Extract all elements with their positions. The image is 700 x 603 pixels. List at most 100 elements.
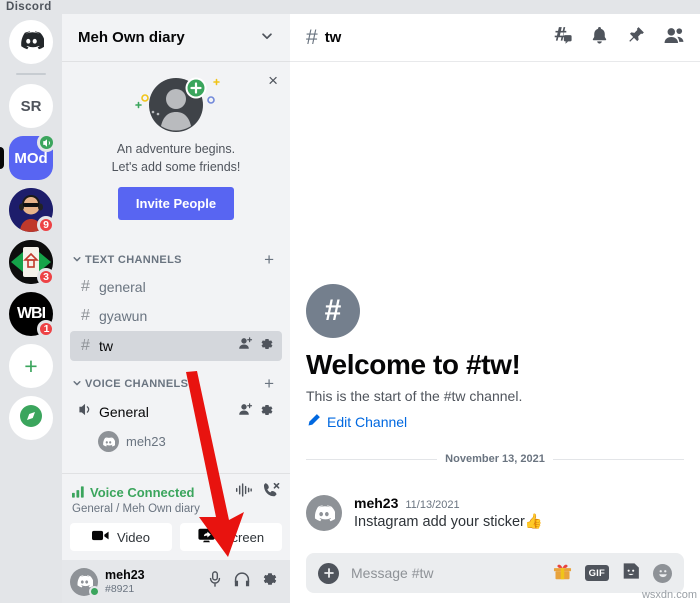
discord-wordmark: Discord xyxy=(6,1,52,13)
category-text-channels[interactable]: TEXT CHANNELS + xyxy=(62,238,290,272)
microphone-icon[interactable] xyxy=(208,571,222,592)
pin-icon[interactable] xyxy=(627,26,645,49)
edit-channel-link[interactable]: Edit Channel xyxy=(306,413,684,431)
voice-route-label: General / Meh Own diary xyxy=(72,503,200,515)
channel-title: tw xyxy=(324,29,342,46)
welcome-subtitle: This is the start of the #tw channel. xyxy=(306,388,523,404)
thumbs-up-emoji: 👍 xyxy=(524,514,543,530)
divider-line-left xyxy=(306,458,438,460)
screen-share-button[interactable]: Screen xyxy=(180,523,282,551)
members-icon[interactable] xyxy=(664,27,684,49)
date-divider: November 13, 2021 xyxy=(306,453,685,465)
chevron-down-icon xyxy=(72,254,82,266)
category-voice-channels[interactable]: VOICE CHANNELS + xyxy=(62,362,290,396)
category-label: VOICE CHANNELS xyxy=(85,377,189,390)
phone-hangup-icon[interactable] xyxy=(263,482,280,502)
server-icon-home[interactable]: 3 xyxy=(9,240,55,286)
home-button[interactable] xyxy=(9,20,53,64)
unread-badge: 3 xyxy=(37,268,55,286)
create-channel-button[interactable]: + xyxy=(264,375,274,392)
attach-plus-icon[interactable] xyxy=(318,562,339,584)
server-initials-label: MOd xyxy=(14,149,48,167)
message-author[interactable]: meh23 xyxy=(354,495,398,511)
gear-icon[interactable] xyxy=(260,403,274,422)
channel-name: General xyxy=(99,404,149,421)
voice-member-meh23[interactable]: meh23 xyxy=(62,428,290,455)
headphones-icon[interactable] xyxy=(234,571,250,592)
screen-share-icon xyxy=(198,528,215,546)
guild-header[interactable]: Meh Own diary xyxy=(62,14,290,62)
voice-active-badge xyxy=(37,133,56,152)
gear-icon[interactable] xyxy=(260,337,274,356)
add-server-button[interactable]: + xyxy=(9,344,53,388)
promo-line-1: An adventure begins. xyxy=(116,142,236,156)
explore-servers-button[interactable] xyxy=(9,396,53,440)
hash-icon: # xyxy=(81,278,90,296)
avatar[interactable] xyxy=(306,495,342,531)
promo-illustration xyxy=(72,74,280,136)
message-composer[interactable]: Message #tw GIF xyxy=(306,553,684,593)
chevron-down-icon xyxy=(260,29,274,46)
discord-logo-icon xyxy=(19,30,45,54)
bell-icon[interactable] xyxy=(591,26,608,49)
rail-separator xyxy=(16,73,46,75)
chevron-down-icon xyxy=(72,378,82,390)
server-icon-wbi[interactable]: WBI 1 xyxy=(9,292,55,338)
voice-status-label: Voice Connected xyxy=(90,484,195,500)
emoji-icon[interactable] xyxy=(653,563,672,583)
sticker-icon[interactable] xyxy=(622,562,640,585)
channel-name: gyawun xyxy=(99,308,148,325)
user-panel: meh23 #8921 xyxy=(62,560,290,603)
video-button[interactable]: Video xyxy=(70,523,172,551)
server-rail: SR MOd 9 3 WBI 1 + xyxy=(0,14,62,603)
create-channel-button[interactable]: + xyxy=(264,251,274,268)
gift-icon[interactable] xyxy=(553,562,572,585)
invite-promo-panel: × An adventure begins. Let's add some fr… xyxy=(62,62,290,235)
online-status-indicator xyxy=(89,585,100,597)
message-timestamp: 11/13/2021 xyxy=(405,499,460,511)
server-icon-photo[interactable]: 9 xyxy=(9,188,55,234)
threads-icon[interactable] xyxy=(553,26,572,49)
channel-name: general xyxy=(99,279,146,296)
discord-app-window: Discord SR MOd 9 3 WBI 1 + Meh Own diary… xyxy=(0,0,700,603)
channel-item-voice-general[interactable]: General xyxy=(70,397,282,427)
channel-item-general[interactable]: # general xyxy=(70,273,282,301)
main-content: # tw # Welcome to #tw! This is the start… xyxy=(290,14,700,603)
server-initials-label: SR xyxy=(20,97,42,115)
unread-badge: 1 xyxy=(37,320,55,338)
channel-item-gyawun[interactable]: # gyawun xyxy=(70,302,282,330)
channel-header: # tw xyxy=(290,14,700,62)
active-server-pill xyxy=(0,147,4,169)
avatar[interactable] xyxy=(70,567,100,597)
gear-icon[interactable] xyxy=(262,571,278,592)
category-label: TEXT CHANNELS xyxy=(85,253,182,266)
message-input[interactable]: Message #tw xyxy=(351,565,433,581)
user-name: meh23 xyxy=(105,568,145,583)
hash-icon: # xyxy=(306,25,318,49)
invite-people-button[interactable]: Invite People xyxy=(117,187,235,221)
channel-name: tw xyxy=(99,338,113,355)
divider-line-right xyxy=(552,458,685,460)
soundwave-icon[interactable] xyxy=(235,482,252,502)
unread-badge: 9 xyxy=(37,216,55,234)
voice-connected-panel: Voice Connected General / Meh Own diary … xyxy=(62,473,290,560)
top-strip: Discord xyxy=(0,0,700,14)
avatar xyxy=(98,431,119,453)
speaker-icon xyxy=(78,402,93,422)
server-icon-sr[interactable]: SR xyxy=(9,84,53,128)
message-item: meh23 11/13/2021 Instagram add your stic… xyxy=(306,495,684,531)
server-icon-mod[interactable]: MOd xyxy=(0,133,56,180)
date-divider-label: November 13, 2021 xyxy=(445,453,545,465)
channel-welcome: # Welcome to #tw! This is the start of t… xyxy=(306,284,684,431)
channel-sidebar: Meh Own diary × An adventure begins. Let… xyxy=(62,14,290,603)
invite-member-icon[interactable] xyxy=(238,402,253,422)
invite-member-icon[interactable] xyxy=(238,336,253,356)
voice-member-name: meh23 xyxy=(126,434,166,450)
user-discriminator: #8921 xyxy=(105,582,135,595)
message-body: Instagram add your sticker👍 xyxy=(354,513,543,530)
camera-icon xyxy=(91,529,109,545)
welcome-title: Welcome to #tw! xyxy=(306,349,521,380)
channel-item-tw[interactable]: # tw xyxy=(70,331,282,362)
message-text: Instagram add your sticker xyxy=(354,514,525,530)
gif-icon[interactable]: GIF xyxy=(584,565,609,581)
